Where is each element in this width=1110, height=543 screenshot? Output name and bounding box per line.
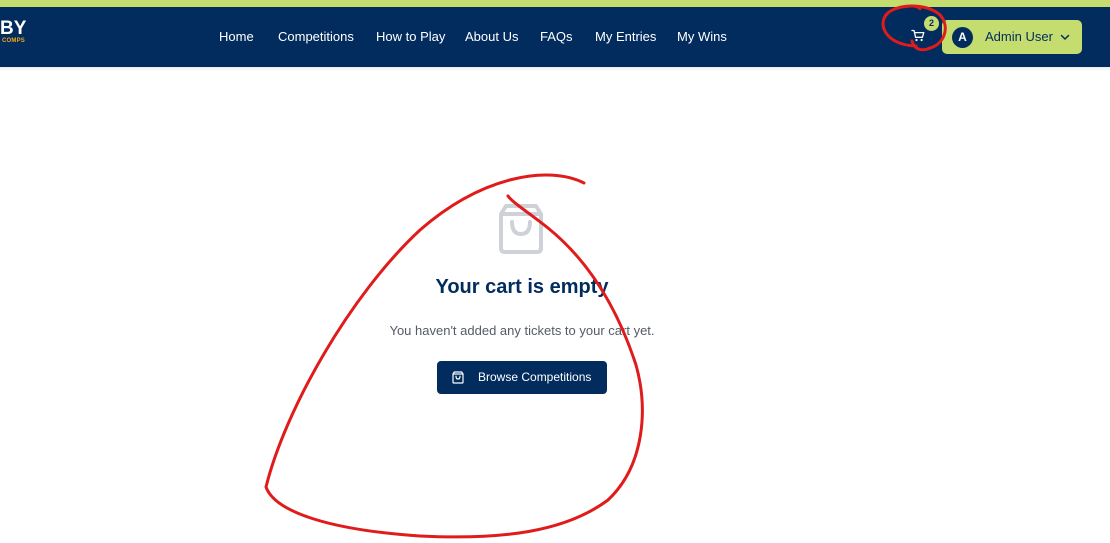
chevron-down-icon xyxy=(1060,34,1070,40)
nav-link-my-wins[interactable]: My Wins xyxy=(677,29,727,45)
nav-link-home[interactable]: Home xyxy=(219,29,254,45)
nav-link-how-to-play[interactable]: How to Play xyxy=(376,29,445,45)
nav-link-competitions[interactable]: Competitions xyxy=(278,29,354,45)
cart-icon xyxy=(911,29,925,42)
navbar-shadow xyxy=(0,67,1110,71)
top-accent-strip xyxy=(0,0,1110,7)
nav-link-my-entries[interactable]: My Entries xyxy=(595,29,656,45)
nav-link-faqs[interactable]: FAQs xyxy=(540,29,573,45)
cart-count-badge: 2 xyxy=(924,16,939,31)
user-menu-button[interactable]: A Admin User xyxy=(942,20,1082,54)
user-name: Admin User xyxy=(985,29,1053,44)
empty-cart-title: Your cart is empty xyxy=(435,276,609,298)
empty-state-circle-annotation xyxy=(264,173,644,539)
browse-competitions-button[interactable]: Browse Competitions xyxy=(437,361,607,394)
nav-link-about-us[interactable]: About Us xyxy=(465,29,518,45)
shopping-bag-icon xyxy=(499,204,543,254)
empty-cart-message: You haven't added any tickets to your ca… xyxy=(389,323,655,338)
red-pen-annotations xyxy=(264,4,947,539)
user-avatar: A xyxy=(952,27,973,48)
shopping-bag-icon xyxy=(452,371,464,384)
browse-competitions-label: Browse Competitions xyxy=(478,370,592,384)
